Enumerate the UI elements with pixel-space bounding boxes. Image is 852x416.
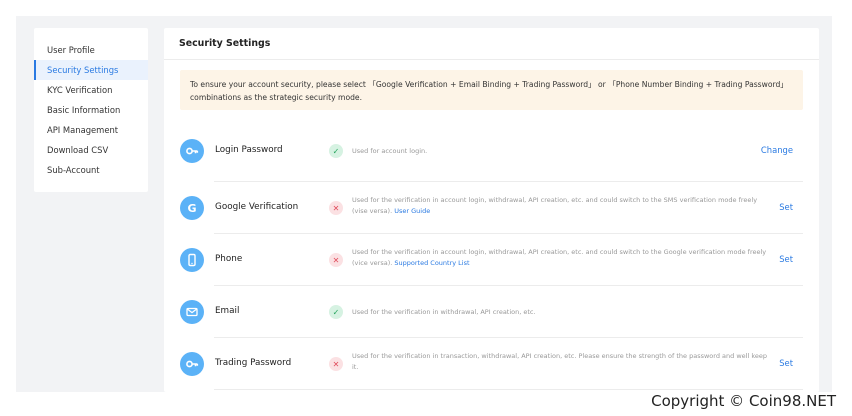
security-notice: To ensure your account security, please … [180,70,803,110]
sidebar-item-security-settings[interactable]: Security Settings [34,60,148,80]
sidebar-item-kyc-verification[interactable]: KYC Verification [34,80,148,100]
security-row-email: Email ✓ Used for the verification in wit… [180,286,803,338]
change-login-password-button[interactable]: Change [761,145,793,155]
security-settings-panel: Security Settings To ensure your account… [164,28,819,392]
set-trading-password-button[interactable]: Set [779,358,793,368]
divider [214,389,803,390]
row-title: Google Verification [215,202,299,212]
google-icon: G [180,196,204,220]
copyright-watermark: Copyright © Coin98.NET [651,392,836,410]
sidebar-item-sub-account[interactable]: Sub-Account [34,160,148,180]
app-frame: User Profile Security Settings KYC Verif… [16,16,832,392]
cross-icon: ✕ [329,357,343,371]
set-google-verification-button[interactable]: Set [779,202,793,212]
row-title: Trading Password [215,358,292,368]
row-title: Email [215,306,240,316]
set-phone-button[interactable]: Set [779,254,793,264]
phone-icon [180,248,204,272]
description-text: Used for account login. [352,147,428,155]
description-text: Used for the verification in withdrawal,… [352,308,536,316]
check-icon: ✓ [329,144,343,158]
row-title: Phone [215,254,243,264]
row-description: Used for the verification in account log… [352,247,772,268]
supported-country-list-link[interactable]: Supported Country List [394,259,469,267]
row-title: Login Password [215,145,283,155]
security-row-login-password: Login Password ✓ Used for account login.… [180,130,803,182]
svg-text:G: G [187,202,196,215]
sidebar-item-basic-information[interactable]: Basic Information [34,100,148,120]
row-description: Used for the verification in withdrawal,… [352,307,772,318]
user-guide-link[interactable]: User Guide [394,207,430,215]
description-text: Used for the verification in transaction… [352,352,767,371]
sidebar-item-api-management[interactable]: API Management [34,120,148,140]
cross-icon: ✕ [329,253,343,267]
sidebar-item-user-profile[interactable]: User Profile [34,40,148,60]
check-icon: ✓ [329,305,343,319]
security-row-phone: Phone ✕ Used for the verification in acc… [180,234,803,286]
sidebar: User Profile Security Settings KYC Verif… [34,28,148,192]
sidebar-item-download-csv[interactable]: Download CSV [34,140,148,160]
mail-icon [180,300,204,324]
security-row-google-verification: G Google Verification ✕ Used for the ver… [180,182,803,234]
cross-icon: ✕ [329,201,343,215]
page-title: Security Settings [164,28,819,60]
key-icon [180,352,204,376]
row-description: Used for account login. [352,146,772,157]
row-description: Used for the verification in transaction… [352,351,772,372]
row-description: Used for the verification in account log… [352,195,772,216]
security-row-trading-password: Trading Password ✕ Used for the verifica… [180,338,803,390]
key-icon [180,139,204,163]
